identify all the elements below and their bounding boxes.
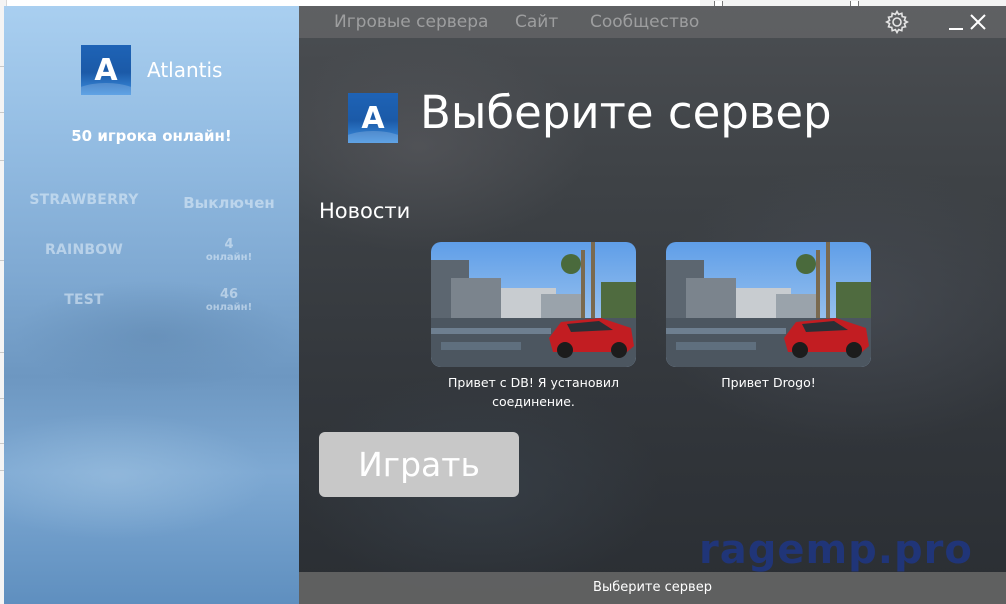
online-total: 50 игрока онлайн! xyxy=(71,127,232,145)
nav-site[interactable]: Сайт xyxy=(515,12,558,32)
top-navigation: Игровые сервера Сайт Сообщество xyxy=(299,6,1006,38)
watermark: ragemp.pro xyxy=(699,527,973,573)
launcher-window: A Atlantis 50 игрока онлайн! STRAWBERRY … xyxy=(0,0,1006,604)
play-button[interactable]: Играть xyxy=(319,432,519,497)
status-bar: Выберите сервер xyxy=(299,572,1006,604)
server-name: TEST xyxy=(64,292,104,308)
server-name: RAINBOW xyxy=(45,242,123,258)
page-title: Выберите сервер xyxy=(420,86,832,139)
server-item-rainbow[interactable]: RAINBOW 4 онлайн! xyxy=(4,238,299,282)
news-image xyxy=(666,242,871,367)
news-card[interactable]: Привет с DB! Я установил соединение. xyxy=(431,242,636,411)
server-item-test[interactable]: TEST 46 онлайн! xyxy=(4,288,299,332)
server-online-count: 46 онлайн! xyxy=(205,287,253,314)
server-sidebar: A Atlantis 50 игрока онлайн! STRAWBERRY … xyxy=(4,6,299,604)
brand-name: Atlantis xyxy=(147,58,223,82)
server-online-count: 4 онлайн! xyxy=(205,237,253,264)
news-card[interactable]: Привет Drogo! xyxy=(666,242,871,392)
atlantis-logo: A xyxy=(81,45,131,95)
news-image xyxy=(431,242,636,367)
server-status: Выключен xyxy=(183,194,275,212)
news-heading: Новости xyxy=(319,199,411,223)
main-panel: Игровые сервера Сайт Сообщество A Выбери… xyxy=(299,6,1006,604)
brand: A Atlantis xyxy=(81,45,222,95)
gear-icon[interactable] xyxy=(884,9,910,35)
server-name: STRAWBERRY xyxy=(29,192,139,208)
nav-community[interactable]: Сообщество xyxy=(590,12,699,32)
news-caption: Привет с DB! Я установил соединение. xyxy=(448,375,619,409)
minimize-icon[interactable] xyxy=(944,10,968,34)
news-caption: Привет Drogo! xyxy=(721,375,816,390)
status-text: Выберите сервер xyxy=(593,580,712,595)
atlantis-logo: A xyxy=(348,93,398,143)
server-item-strawberry[interactable]: STRAWBERRY Выключен xyxy=(4,192,299,232)
nav-game-servers[interactable]: Игровые сервера xyxy=(334,12,488,32)
close-icon[interactable] xyxy=(966,10,990,34)
